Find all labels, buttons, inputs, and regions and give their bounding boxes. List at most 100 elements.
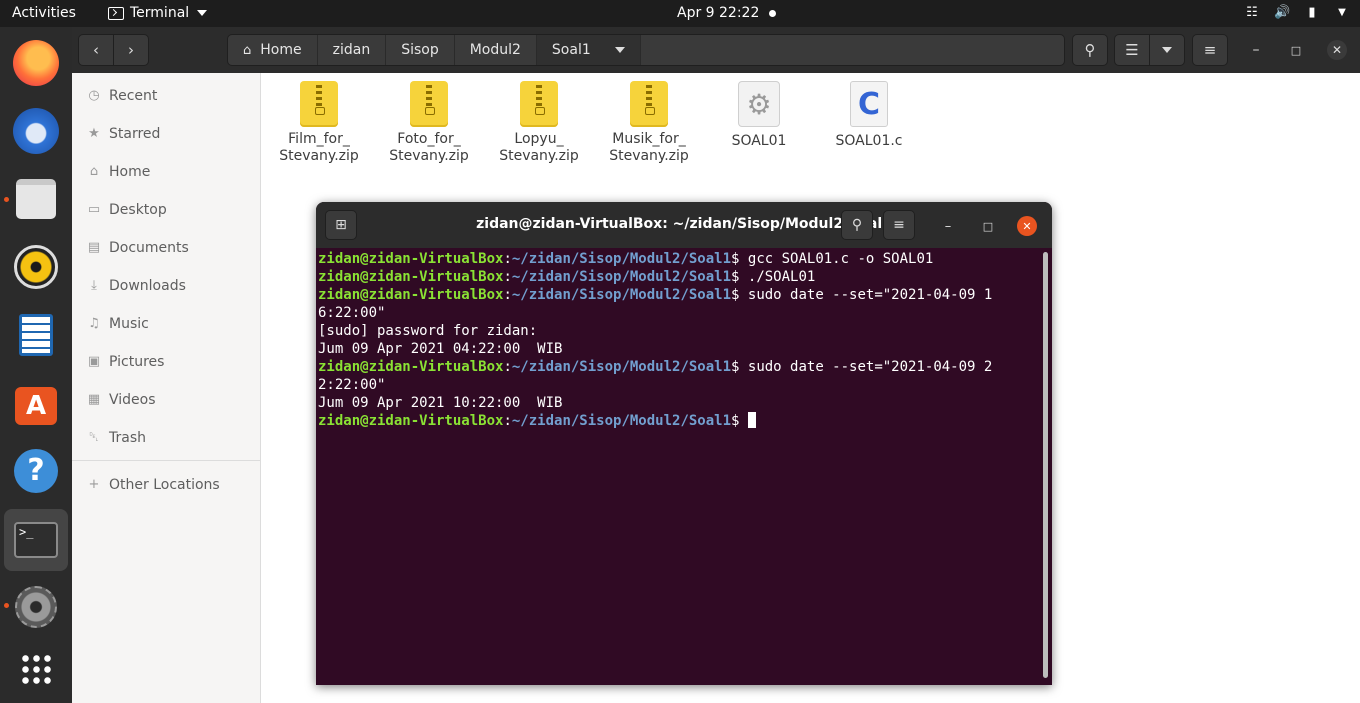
file-name: Musik_for_ (612, 131, 686, 147)
help-launcher[interactable]: ? (8, 443, 64, 499)
terminal-close-button[interactable]: ✕ (1017, 216, 1037, 236)
writer-launcher[interactable] (8, 307, 64, 363)
view-options-button[interactable] (1149, 34, 1185, 66)
search-icon: ⚲ (851, 217, 863, 233)
text-cursor (747, 412, 756, 428)
sidebar-item-desktop[interactable]: ▭ Desktop (87, 200, 167, 220)
search-button[interactable]: ⚲ (1072, 34, 1108, 66)
file-name: Stevany.zip (389, 148, 469, 164)
star-icon: ★ (88, 126, 100, 141)
terminal-window[interactable]: ⊞ zidan@zidan-VirtualBox: ~/zidan/Sisop/… (316, 202, 1052, 685)
files-launcher[interactable] (8, 171, 64, 227)
sidebar-item-videos[interactable]: ▦ Videos (87, 390, 156, 410)
sidebar-item-other-locations[interactable]: + Other Locations (87, 475, 220, 495)
close-button[interactable]: ✕ (1327, 40, 1347, 60)
terminal-output-line: 6:22:00" (318, 305, 386, 321)
terminal-search-button[interactable]: ⚲ (841, 210, 873, 240)
chevron-down-icon (1162, 47, 1172, 53)
prompt-path: ~/zidan/Sisop/Modul2/Soal1 (511, 251, 732, 267)
sidebar-item-trash[interactable]: ␡ Trash (87, 428, 146, 448)
sidebar-item-recent[interactable]: ◷ Recent (87, 86, 157, 106)
volume-icon[interactable]: 🔊 (1274, 5, 1290, 21)
minimize-button[interactable]: – (1246, 40, 1266, 60)
clock[interactable]: Apr 9 22:22 (677, 5, 759, 21)
battery-icon[interactable]: ▮ (1304, 5, 1320, 21)
hamburger-icon: ≡ (1203, 41, 1217, 59)
file-item[interactable]: ⚙ SOAL01 (709, 81, 809, 150)
chevron-down-icon[interactable] (614, 47, 625, 53)
prompt-separator: : (503, 287, 512, 303)
app-menu[interactable]: Terminal (108, 5, 208, 21)
system-tray[interactable]: ☷ 🔊 ▮ ▼ (1244, 5, 1350, 21)
maximize-button[interactable]: □ (1286, 40, 1306, 60)
sidebar-item-home[interactable]: ⌂ Home (87, 162, 150, 182)
chevron-down-icon (197, 10, 208, 16)
notification-dot (769, 10, 776, 17)
hamburger-icon: ≡ (893, 217, 905, 233)
file-item[interactable]: Film_for_ Stevany.zip (269, 81, 369, 165)
download-icon: ⤓ (91, 278, 97, 293)
terminal-output-line: Jum 09 Apr 2021 04:22:00 WIB (318, 341, 563, 357)
terminal-minimize-button[interactable]: – (938, 216, 958, 236)
activities-button[interactable]: Activities (12, 5, 76, 21)
breadcrumb-home[interactable]: ⌂ Home (228, 35, 318, 65)
terminal-output[interactable]: zidan@zidan-VirtualBox:~/zidan/Sisop/Mod… (318, 250, 1038, 430)
zip-archive-icon (630, 81, 668, 127)
show-apps-button[interactable] (8, 641, 64, 697)
forward-button[interactable]: › (113, 34, 149, 66)
sidebar-item-documents[interactable]: ▤ Documents (87, 238, 189, 258)
terminal-maximize-button[interactable]: □ (978, 216, 998, 236)
file-item[interactable]: Lopyu_ Stevany.zip (489, 81, 589, 165)
thunderbird-launcher[interactable] (8, 103, 64, 159)
sidebar-item-starred[interactable]: ★ Starred (87, 124, 160, 144)
prompt-separator: : (503, 269, 512, 285)
sidebar-item-pictures[interactable]: ▣ Pictures (87, 352, 165, 372)
desktop-icon: ▭ (87, 202, 101, 217)
back-button[interactable]: ‹ (78, 34, 114, 66)
rhythmbox-icon (14, 245, 58, 289)
prompt-path: ~/zidan/Sisop/Modul2/Soal1 (511, 359, 732, 375)
maximize-icon: □ (982, 219, 994, 233)
executable-gear-icon: ⚙ (738, 81, 780, 127)
sidebar-item-downloads[interactable]: ⤓ Downloads (87, 276, 186, 296)
prompt-separator: : (503, 251, 512, 267)
terminal-output-line: [sudo] password for zidan: (318, 323, 538, 339)
file-name: Stevany.zip (499, 148, 579, 164)
writer-icon (19, 314, 53, 356)
menu-button[interactable]: ≡ (1192, 34, 1228, 66)
sidebar-item-music[interactable]: ♫ Music (87, 314, 149, 334)
close-icon: ✕ (1022, 219, 1032, 233)
software-launcher[interactable]: A (8, 375, 64, 431)
help-icon: ? (14, 449, 58, 493)
rhythmbox-launcher[interactable] (8, 239, 64, 295)
file-item[interactable]: C SOAL01.c (819, 81, 919, 150)
prompt-user: zidan@zidan-VirtualBox (318, 251, 504, 267)
home-icon: ⌂ (89, 164, 99, 179)
plus-icon: + (88, 477, 100, 492)
breadcrumb-zidan[interactable]: zidan (318, 35, 387, 65)
terminal-header: ⊞ zidan@zidan-VirtualBox: ~/zidan/Sisop/… (316, 202, 1052, 248)
power-icon[interactable]: ▼ (1334, 5, 1350, 21)
command-text: $ ./SOAL01 (731, 269, 816, 285)
file-item[interactable]: Foto_for_ Stevany.zip (379, 81, 479, 165)
settings-launcher[interactable] (8, 579, 64, 635)
breadcrumb-sisop[interactable]: Sisop (386, 35, 455, 65)
sidebar-item-label: Documents (109, 240, 189, 256)
command-text: $ gcc SOAL01.c -o SOAL01 (731, 251, 934, 267)
terminal-launcher[interactable]: >_ (4, 509, 68, 571)
command-text: $ (731, 413, 748, 429)
close-icon: ✕ (1331, 43, 1343, 57)
file-name: Stevany.zip (609, 148, 689, 164)
list-view-icon: ☰ (1125, 41, 1139, 59)
file-item[interactable]: Musik_for_ Stevany.zip (599, 81, 699, 165)
firefox-launcher[interactable] (8, 35, 64, 91)
zip-archive-icon (520, 81, 558, 127)
terminal-scrollbar[interactable] (1043, 252, 1048, 678)
prompt-path: ~/zidan/Sisop/Modul2/Soal1 (511, 287, 732, 303)
breadcrumb-modul2[interactable]: Modul2 (455, 35, 537, 65)
network-icon[interactable]: ☷ (1244, 5, 1260, 21)
breadcrumb-soal1[interactable]: Soal1 (536, 35, 641, 65)
terminal-menu-button[interactable]: ≡ (883, 210, 915, 240)
view-toggle-button[interactable]: ☰ (1114, 34, 1150, 66)
terminal-icon (108, 6, 124, 20)
